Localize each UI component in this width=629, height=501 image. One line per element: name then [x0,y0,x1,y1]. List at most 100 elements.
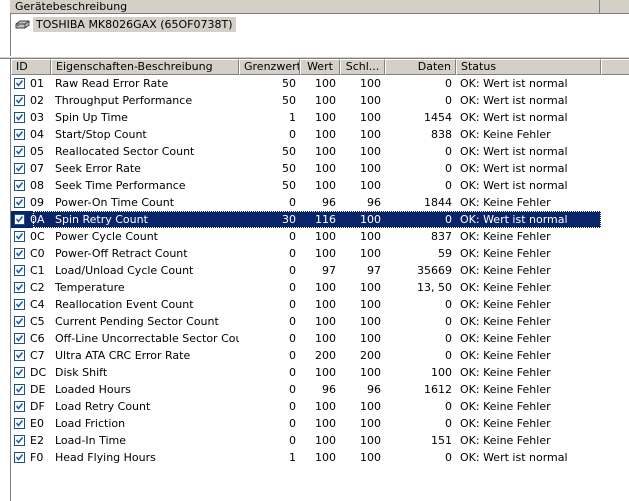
checkbox-checked-icon[interactable] [14,282,25,293]
attribute-name: Power Cycle Count [55,230,158,243]
data-cell: 0 [445,162,452,175]
column-header-data[interactable]: Daten [385,59,456,75]
checkbox-checked-icon[interactable] [14,299,25,310]
value-cell: 96 [322,196,336,209]
value-cell: 100 [315,77,336,90]
checkbox-checked-icon[interactable] [14,418,25,429]
worst-cell: 100 [360,281,381,294]
table-row[interactable]: DF Load Retry Count 0 100 100 0 OK: Keine Fehl… [11,398,601,415]
checkbox-checked-icon[interactable] [14,384,25,395]
attribute-name: Off-Line Uncorrectable Sector Count [55,332,239,345]
device-item[interactable]: TOSHIBA MK8026GAX (65OF0738T) [15,17,236,32]
checkbox-checked-icon[interactable] [14,95,25,106]
table-row[interactable]: 03 Spin Up Time 1 100 100 1454 OK: Wert ist no… [11,109,601,126]
value-cell: 116 [315,213,336,226]
table-row[interactable]: 01 Raw Read Error Rate 50 100 100 0 OK: Wert i… [11,75,601,92]
threshold-cell: 0 [289,128,296,141]
checkbox-checked-icon[interactable] [14,333,25,344]
table-row[interactable]: 08 Seek Time Performance 50 100 100 0 OK: Wert… [11,177,601,194]
attribute-id: DC [30,366,47,379]
column-header-worst[interactable]: Schl... [340,59,385,75]
device-section-header[interactable]: Gerätebeschreibung [10,0,600,14]
threshold-cell: 30 [282,213,296,226]
id-cell: C4 [11,296,51,313]
table-row[interactable]: 04 Start/Stop Count 0 100 100 838 OK: Keine Fe… [11,126,601,143]
checkbox-checked-icon[interactable] [14,129,25,140]
status-cell: OK: Wert ist normal [460,179,568,192]
table-row[interactable]: 07 Seek Error Rate 50 100 100 0 OK: Wert ist n… [11,160,601,177]
checkbox-checked-icon[interactable] [14,435,25,446]
checkbox-checked-icon[interactable] [14,214,25,225]
checkbox-checked-icon[interactable] [14,146,25,157]
checkbox-checked-icon[interactable] [14,78,25,89]
table-row[interactable]: 09 Power-On Time Count 0 96 96 1844 OK: Keine … [11,194,601,211]
table-row[interactable]: DE Loaded Hours 0 96 96 1612 OK: Keine Fehler [11,381,601,398]
table-row[interactable]: E2 Load-In Time 0 100 100 151 OK: Keine Fehler [11,432,601,449]
id-cell: C0 [11,245,51,262]
column-header-value[interactable]: Wert [300,59,340,75]
table-row[interactable]: 0A Spin Retry Count 30 116 100 0 OK: Wert ist … [11,211,601,228]
column-header-id[interactable]: ID [11,59,51,75]
value-cell: 100 [315,94,336,107]
id-cell: 01 [11,75,51,92]
checkbox-checked-icon[interactable] [14,452,25,463]
value-cell: 97 [322,264,336,277]
attribute-id: DF [30,400,45,413]
threshold-cell: 0 [289,315,296,328]
data-cell: 1612 [424,383,452,396]
table-row[interactable]: C7 Ultra ATA CRC Error Rate 0 200 200 0 OK: Ke… [11,347,601,364]
column-header-description[interactable]: Eigenschaften-Beschreibung [51,59,239,75]
id-cell: 07 [11,160,51,177]
status-cell: OK: Keine Fehler [460,298,551,311]
checkbox-checked-icon[interactable] [14,248,25,259]
threshold-cell: 0 [289,400,296,413]
value-cell: 100 [315,128,336,141]
data-cell: 0 [445,145,452,158]
value-cell: 100 [315,400,336,413]
value-cell: 100 [315,162,336,175]
device-section-title: Gerätebeschreibung [15,0,128,13]
checkbox-checked-icon[interactable] [14,316,25,327]
data-cell: 0 [445,349,452,362]
table-row[interactable]: 05 Reallocated Sector Count 50 100 100 0 OK: W… [11,143,601,160]
attribute-name: Spin Retry Count [55,213,148,226]
threshold-cell: 1 [289,111,296,124]
table-header: ID Eigenschaften-Beschreibung Grenzwert … [11,59,629,75]
id-cell: 03 [11,109,51,126]
threshold-cell: 0 [289,196,296,209]
checkbox-checked-icon[interactable] [14,231,25,242]
checkbox-checked-icon[interactable] [14,197,25,208]
column-header-status[interactable]: Status [456,59,601,75]
table-row[interactable]: C0 Power-Off Retract Count 0 100 100 59 OK: Ke… [11,245,601,262]
table-row[interactable]: C2 Temperature 0 100 100 13, 50 OK: Keine Fehl… [11,279,601,296]
checkbox-checked-icon[interactable] [14,112,25,123]
data-cell: 1454 [424,111,452,124]
table-row[interactable]: C5 Current Pending Sector Count 0 100 100 0 OK… [11,313,601,330]
table-row[interactable]: C6 Off-Line Uncorrectable Sector Count 0 10… [11,330,601,347]
checkbox-checked-icon[interactable] [14,265,25,276]
checkbox-checked-icon[interactable] [14,367,25,378]
status-cell: OK: Wert ist normal [460,451,568,464]
table-row[interactable]: C4 Reallocation Event Count 0 100 100 0 OK: Ke… [11,296,601,313]
status-cell: OK: Wert ist normal [460,213,568,226]
id-cell: F0 [11,449,51,466]
status-cell: OK: Keine Fehler [460,366,551,379]
column-header-threshold[interactable]: Grenzwert [239,59,300,75]
checkbox-checked-icon[interactable] [14,401,25,412]
checkbox-checked-icon[interactable] [14,350,25,361]
checkbox-checked-icon[interactable] [14,180,25,191]
id-cell: 02 [11,92,51,109]
table-row[interactable]: C1 Load/Unload Cycle Count 0 97 97 35669 OK: K… [11,262,601,279]
table-row[interactable]: F0 Head Flying Hours 1 100 100 0 OK: Wert ist … [11,449,601,466]
checkbox-checked-icon[interactable] [14,163,25,174]
table-row[interactable]: E0 Load Friction 0 100 100 0 OK: Keine Fehler [11,415,601,432]
table-row[interactable]: 02 Throughput Performance 50 100 100 0 OK: Wer… [11,92,601,109]
device-list: TOSHIBA MK8026GAX (65OF0738T) [10,14,629,56]
id-cell: 0C [11,228,51,245]
attribute-id: 0A [30,213,45,226]
attribute-id: C5 [30,315,45,328]
value-cell: 96 [322,383,336,396]
id-cell: 08 [11,177,51,194]
table-row[interactable]: DC Disk Shift 0 100 100 100 OK: Keine Fehler [11,364,601,381]
table-row[interactable]: 0C Power Cycle Count 0 100 100 837 OK: Keine F… [11,228,601,245]
